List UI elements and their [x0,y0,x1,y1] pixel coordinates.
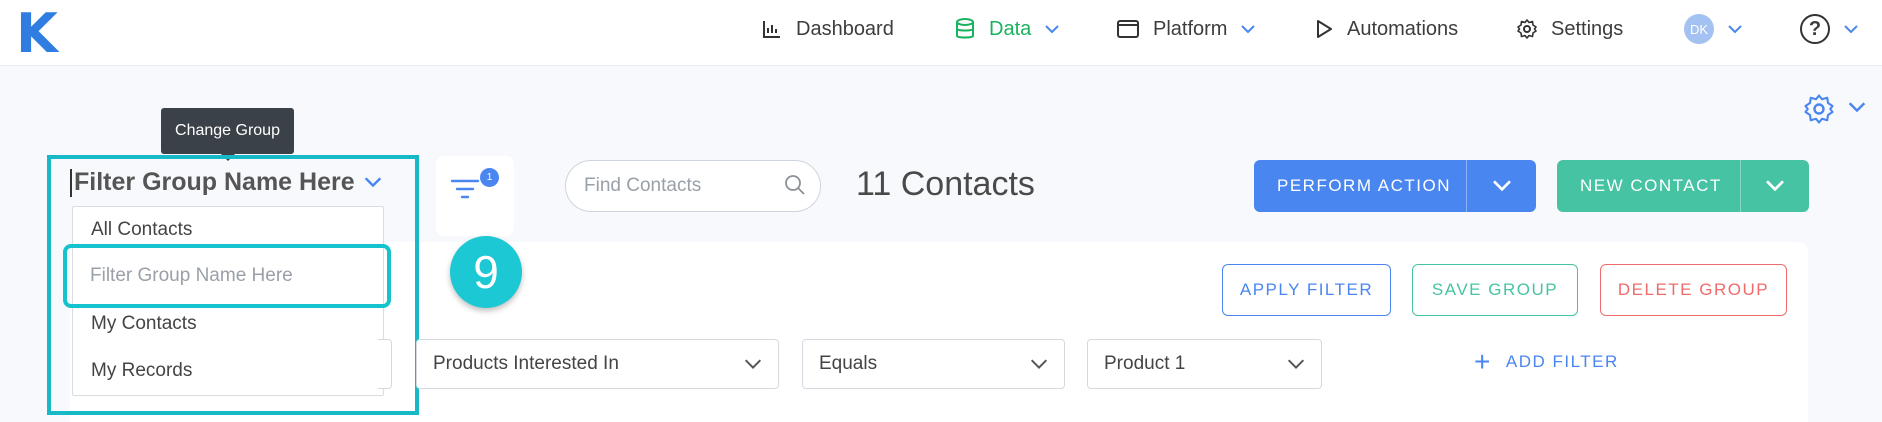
chevron-down-icon [1492,180,1511,192]
database-icon [956,18,974,39]
filter-value-select[interactable]: Product 1 [1087,339,1322,389]
tooltip: Change Group [161,108,294,161]
nav-label-automations: Automations [1347,17,1459,40]
chevron-down-icon[interactable] [1848,102,1866,113]
perform-action-label[interactable]: PERFORM ACTION [1254,160,1451,212]
nav-label-dashboard: Dashboard [796,17,894,40]
new-contact-label[interactable]: NEW CONTACT [1557,160,1722,212]
filter-operator-value: Equals [819,353,878,374]
chevron-down-icon [1241,24,1256,33]
nav-automations[interactable]: Automations [1315,0,1458,58]
nav-dashboard[interactable]: Dashboard [762,0,894,58]
user-menu[interactable]: DK [1684,0,1742,58]
play-icon [1317,20,1332,38]
contacts-count: 11 Contacts [856,165,1035,203]
nav-label-data: Data [989,17,1032,40]
filter-field-select[interactable]: Products Interested In [416,339,779,389]
chevron-down-icon [1766,180,1784,192]
chevron-down-icon [1844,24,1858,33]
apply-filter-button[interactable]: APPLY FILTER [1222,264,1391,316]
chevron-down-icon [1030,359,1048,369]
save-group-button[interactable]: SAVE GROUP [1412,264,1578,316]
search-placeholder: Find Contacts [584,175,702,196]
page-settings-gear-icon[interactable] [1804,94,1834,124]
search-icon [785,175,805,195]
add-filter-button[interactable]: + ADD FILTER [1474,346,1619,377]
filter-operator-select[interactable]: Equals [802,339,1065,389]
new-contact-button[interactable]: NEW CONTACT [1557,160,1809,212]
chevron-down-icon [1045,24,1059,33]
filter-value-text: Product 1 [1104,353,1186,374]
nav-label-platform: Platform [1153,17,1228,40]
chevron-down-icon [744,359,762,369]
top-navigation: K Dashboard Data Platform Automations Se… [0,0,1882,66]
gear-icon [1517,19,1537,39]
plus-icon: + [1474,346,1492,377]
search-input[interactable]: Find Contacts [565,160,821,212]
filter-count-badge: 1 [480,168,499,187]
help-icon: ? [1800,14,1830,44]
perform-action-dropdown[interactable] [1467,160,1536,212]
nav-settings[interactable]: Settings [1517,0,1623,58]
chevron-down-icon [1287,359,1305,369]
nav-data[interactable]: Data [955,0,1059,58]
filter-select-partial[interactable] [378,339,392,389]
perform-action-button[interactable]: PERFORM ACTION [1254,160,1536,212]
delete-group-button[interactable]: DELETE GROUP [1600,264,1787,316]
nav-label-settings: Settings [1551,17,1624,40]
filter-toggle-button[interactable] [436,156,514,236]
avatar: DK [1684,14,1714,44]
filter-icon [450,179,480,199]
app-logo[interactable]: K [16,6,58,62]
filter-field-value: Products Interested In [433,353,619,374]
window-icon [1117,20,1139,38]
help-menu[interactable]: ? [1800,0,1858,58]
chevron-down-icon [1728,24,1742,33]
add-filter-label: ADD FILTER [1505,352,1619,371]
step-number-badge: 9 [450,236,522,308]
annotation-highlight-box [47,155,419,415]
chart-icon [763,21,780,38]
nav-platform[interactable]: Platform [1117,0,1256,58]
new-contact-dropdown[interactable] [1741,160,1809,212]
